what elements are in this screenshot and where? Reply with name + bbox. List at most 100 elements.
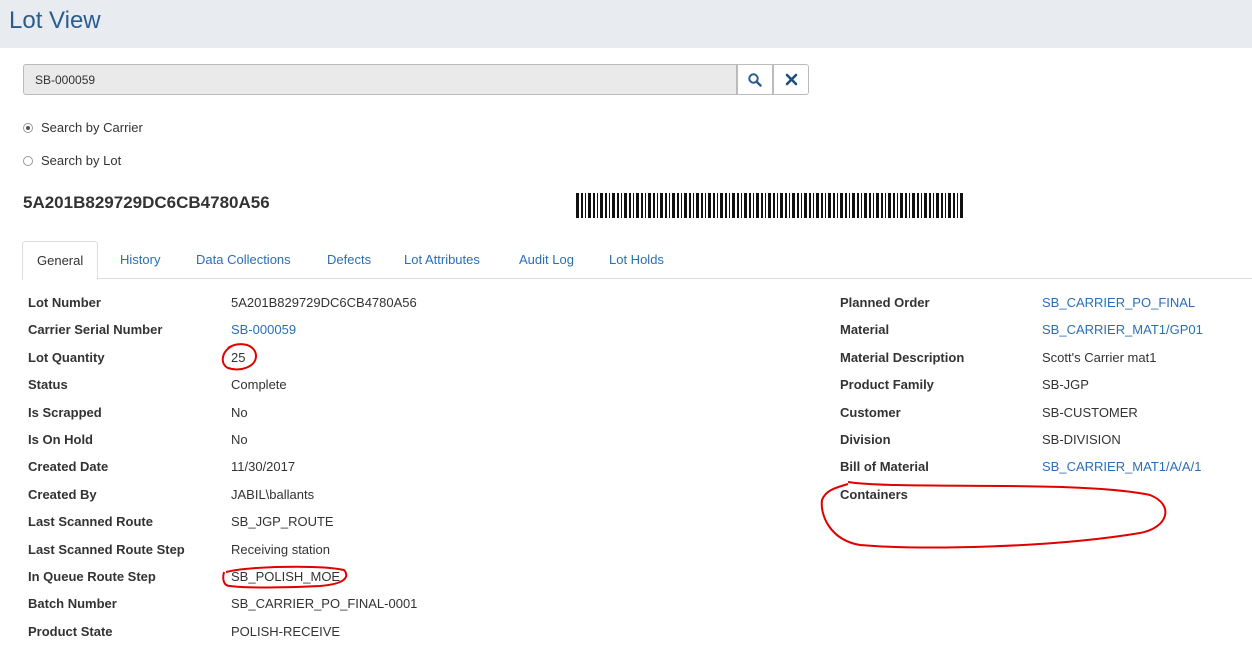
barcode-bar: [773, 193, 775, 218]
barcode-bar: [809, 193, 811, 218]
field-label: Created By: [28, 487, 97, 502]
tab-lot-holds[interactable]: Lot Holds: [609, 241, 664, 279]
close-icon: [785, 73, 797, 86]
barcode-bar: [629, 193, 631, 218]
field-value-link[interactable]: SB_CARRIER_MAT1/GP01: [1042, 322, 1203, 337]
barcode-bar: [641, 193, 643, 218]
barcode-bar: [761, 193, 763, 218]
tab-general[interactable]: General: [22, 241, 99, 280]
search-icon: [748, 72, 762, 87]
field-label: Batch Number: [28, 596, 117, 611]
barcode-bar: [905, 193, 907, 218]
barcode-bar: [593, 193, 595, 218]
field-label: Customer: [840, 405, 901, 420]
barcode-bar: [621, 193, 622, 218]
field-value-link[interactable]: SB_CARRIER_PO_FINAL: [1042, 295, 1195, 310]
barcode-bar: [737, 193, 739, 218]
barcode-bar: [605, 193, 607, 218]
barcode-bar: [785, 193, 787, 218]
clear-button[interactable]: [773, 64, 809, 95]
barcode-bar: [813, 193, 814, 218]
field-value: SB_POLISH_MOE: [231, 569, 341, 584]
radio-button-unchecked[interactable]: [23, 155, 33, 166]
barcode-bar: [609, 193, 610, 218]
barcode-bar: [701, 193, 703, 218]
barcode-bar: [893, 193, 895, 218]
field-label: Last Scanned Route Step: [28, 542, 185, 557]
barcode-bar: [756, 193, 759, 218]
field-label: Lot Quantity: [28, 350, 105, 365]
barcode-bar: [660, 193, 663, 218]
tab-audit-log[interactable]: Audit Log: [519, 241, 574, 279]
tab-lot-attributes[interactable]: Lot Attributes: [404, 241, 480, 279]
barcode-bar: [617, 193, 619, 218]
barcode-bar: [636, 193, 639, 218]
barcode-bar: [648, 193, 651, 218]
field-value: POLISH-RECEIVE: [231, 624, 341, 639]
barcode-bar: [684, 193, 687, 218]
barcode-bar: [576, 193, 579, 218]
barcode-bar: [801, 193, 802, 218]
field-label: Division: [840, 432, 891, 447]
field-label: Bill of Material: [840, 459, 929, 474]
field-value: SB-JGP: [1042, 377, 1089, 392]
field-value-link[interactable]: SB-000059: [231, 322, 296, 337]
barcode-bar: [720, 193, 723, 218]
lot-id-heading: 5A201B829729DC6CB4780A56: [23, 193, 270, 212]
barcode-bar: [888, 193, 891, 218]
barcode-bar: [929, 193, 931, 218]
barcode-bar: [681, 193, 682, 218]
barcode-bar: [945, 193, 946, 218]
radio-button-checked[interactable]: [23, 122, 33, 133]
search-button[interactable]: [737, 64, 773, 95]
barcode-bar: [792, 193, 795, 218]
search-input[interactable]: [23, 64, 737, 95]
barcode-bar: [936, 193, 939, 218]
barcode-bar: [696, 193, 699, 218]
field-label: Created Date: [28, 459, 109, 474]
barcode-bar: [585, 193, 586, 218]
barcode-bar: [900, 193, 903, 218]
barcode-bar: [633, 193, 634, 218]
field-value: No: [231, 405, 248, 420]
barcode-bar: [909, 193, 910, 218]
barcode-bar: [864, 193, 867, 218]
barcode-bar: [732, 193, 735, 218]
barcode-bar: [653, 193, 655, 218]
field-value: Receiving station: [231, 542, 330, 557]
barcode-bar: [624, 193, 627, 218]
barcode-bar: [869, 193, 871, 218]
barcode-bar: [881, 193, 883, 218]
barcode-bar: [852, 193, 855, 218]
barcode-bar: [717, 193, 718, 218]
field-value: SB_JGP_ROUTE: [231, 514, 334, 529]
barcode-bar: [713, 193, 715, 218]
barcode-bar: [725, 193, 727, 218]
field-value-link[interactable]: SB_CARRIER_MAT1/A/A/1: [1042, 459, 1201, 474]
barcode-bar: [948, 193, 951, 218]
tab-data-collections[interactable]: Data Collections: [196, 241, 291, 279]
barcode-bar: [804, 193, 807, 218]
barcode-bar: [885, 193, 886, 218]
barcode-image: [576, 193, 963, 218]
barcode-bar: [768, 193, 771, 218]
barcode-bar: [672, 193, 675, 218]
barcode-bar: [821, 193, 823, 218]
radio-search-by-lot[interactable]: Search by Lot: [23, 153, 121, 168]
field-value: Complete: [231, 377, 287, 392]
radio-label-carrier: Search by Carrier: [41, 120, 143, 135]
barcode-bar: [845, 193, 847, 218]
barcode-bar: [669, 193, 670, 218]
barcode-bar: [597, 193, 598, 218]
field-value: 25: [231, 350, 246, 365]
barcode-bar: [825, 193, 826, 218]
tab-history[interactable]: History: [120, 241, 160, 279]
tab-defects[interactable]: Defects: [327, 241, 371, 279]
barcode-bar: [705, 193, 706, 218]
field-value: 5A201B829729DC6CB4780A56: [231, 295, 417, 310]
barcode-bar: [665, 193, 667, 218]
barcode-bar: [828, 193, 831, 218]
barcode-bar: [797, 193, 799, 218]
barcode-bar: [861, 193, 862, 218]
radio-search-by-carrier[interactable]: Search by Carrier: [23, 120, 143, 135]
